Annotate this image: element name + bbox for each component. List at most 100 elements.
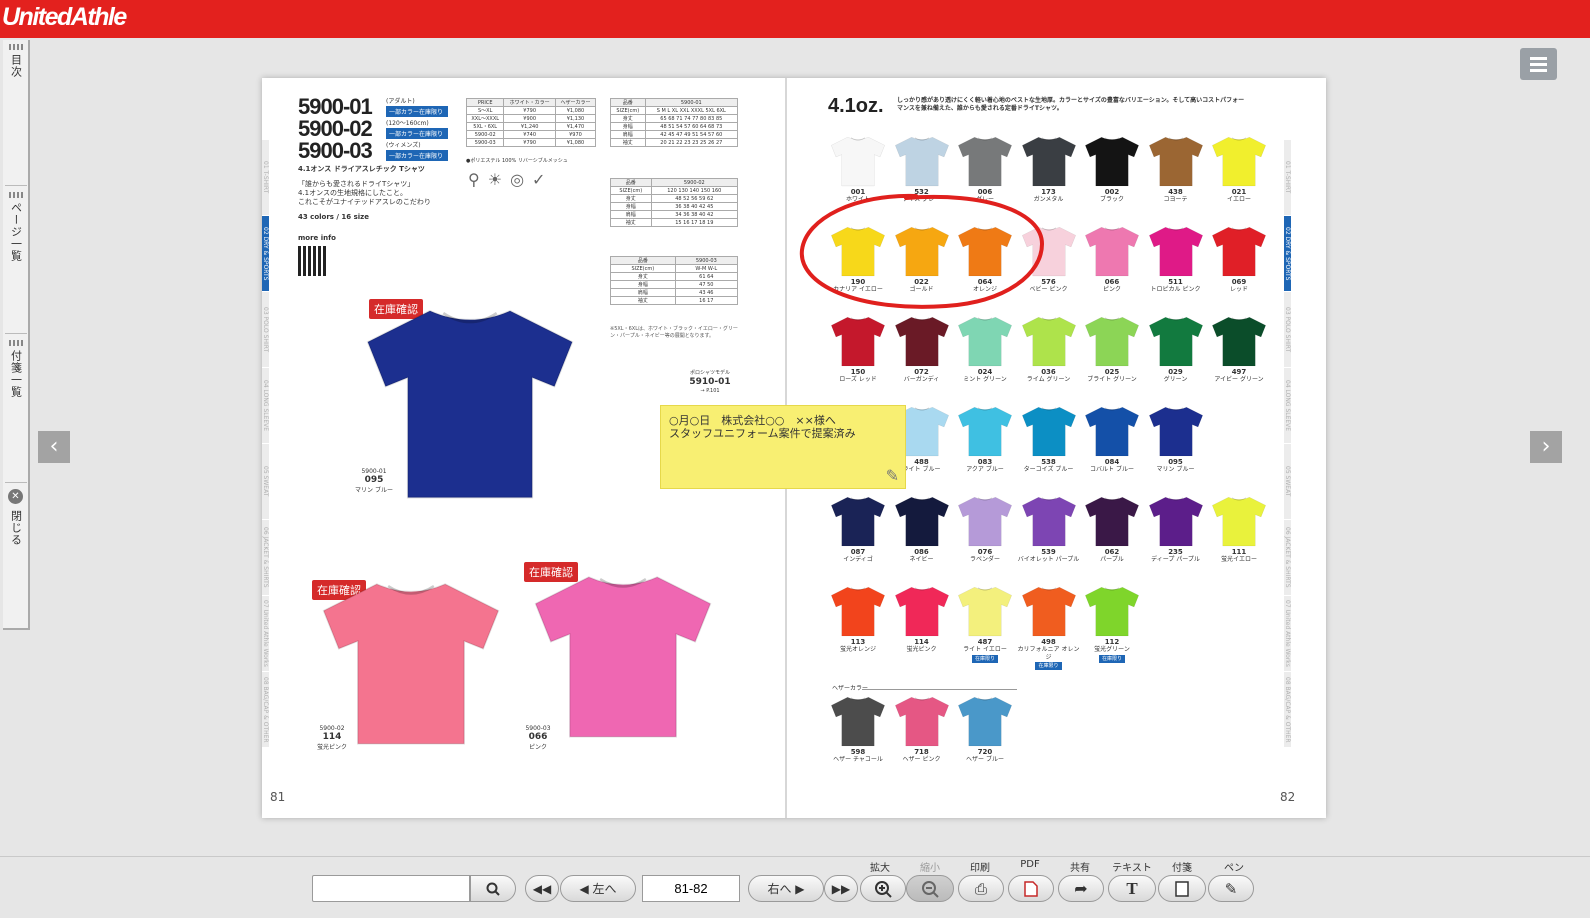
text-button[interactable]: T [1108,875,1156,902]
zoom-out-button[interactable] [906,875,954,902]
color-swatch[interactable]: 511 トロピカル ピンク [1144,224,1208,294]
sidebar-item-contents[interactable]: 目次 [3,42,28,82]
search-button[interactable] [470,875,516,902]
section-tab[interactable]: 05 SWEAT [262,444,269,520]
model-tag: (アダルト) 一部カラー在庫限り [386,96,448,117]
section-tab[interactable]: 07 United Athle Works [262,596,269,672]
color-swatch[interactable]: 025 ブライト グリーン [1080,314,1144,384]
table-row: 5XL・6XL ¥1,240 ¥1,470 [465,122,597,131]
brand-logo[interactable]: UnitedAthle [2,3,127,32]
color-swatch[interactable]: 111 蛍光イエロー [1207,494,1271,564]
table-row: SIZE(cm) 120 130 140 150 160 [610,186,739,195]
section-tab[interactable]: 02 DRY & SPORTS [262,216,269,292]
color-swatch[interactable]: 720 ヘザー ブルー [953,694,1017,764]
page-number-left: 81 [270,790,286,804]
section-tab[interactable]: 01 T-SHIRT [1284,140,1291,216]
last-page-button[interactable]: ▶▶ [824,875,858,902]
first-page-button[interactable]: ◀◀ [525,875,559,902]
section-tab[interactable]: 01 T-SHIRT [262,140,269,216]
tee-code: 114 [322,732,342,742]
sidebar-item-note-list[interactable]: 付箋一覧 [3,338,28,402]
color-swatch[interactable]: 539 バイオレット パープル [1017,494,1081,564]
color-swatch[interactable]: 087 インディゴ [826,494,890,564]
swatch-name: ブライト グリーン [1087,376,1137,384]
prev-page-arrow[interactable]: ‹ [38,431,70,463]
table-cell: 5900-03 [674,256,739,265]
color-swatch[interactable]: 029 グリーン [1144,314,1208,384]
close-icon: ✕ [8,489,23,504]
sticky-note[interactable]: ○月○日 株式会社○○ ××様へ スタッフユニフォーム案件で提案済み ✎ [660,405,906,489]
more-info-label: more info [298,234,336,242]
section-tab[interactable]: 04 LONG SLEEVE [262,368,269,444]
tee-code: 066 [528,732,548,742]
color-swatch[interactable]: 487 ライト イエロー 在庫限り [953,584,1017,663]
print-button[interactable]: ⎙ [958,875,1004,902]
color-swatch[interactable]: 113 蛍光オレンジ [826,584,890,654]
related-model[interactable]: ポロシャツモデル 5910-01 → P.101 [680,370,740,395]
color-swatch[interactable]: 086 ネイビー [890,494,954,564]
color-count: 43 colors / 16 size [298,213,369,221]
menu-icon-bar [1530,57,1547,60]
share-button[interactable]: ➦ [1058,875,1104,902]
table-cell: 43 46 [674,288,739,297]
color-swatch[interactable]: 498 カリフォルニア オレンジ 在庫限り [1017,584,1081,670]
section-tab[interactable]: 06 JACKET & SHIRTS [1284,520,1291,596]
color-swatch[interactable]: 084 コバルト ブルー [1080,404,1144,474]
color-swatch[interactable]: 718 ヘザー ピンク [890,694,954,764]
color-swatch[interactable]: 235 ディープ パープル [1144,494,1208,564]
pen-annotation-circle[interactable] [796,188,1050,318]
hamburger-menu-button[interactable] [1520,48,1557,80]
tee-caption: 5900-03 066 ピンク [518,725,558,751]
color-swatch[interactable]: 114 蛍光ピンク [890,584,954,654]
color-swatch[interactable]: 036 ライム グリーン [1017,314,1081,384]
color-swatch[interactable]: 095 マリン ブルー [1144,404,1208,474]
color-swatch[interactable]: 083 アクア ブルー [953,404,1017,474]
qr-code[interactable] [298,246,328,276]
section-tab[interactable]: 03 POLO SHIRT [1284,292,1291,368]
color-swatch[interactable]: 497 アイビー グリーン [1207,314,1271,384]
table-row: 品番 5900-03 [610,256,739,265]
swatch-name: ライム グリーン [1026,376,1071,384]
sidebar-item-page-list[interactable]: ページ一覧 [3,190,28,266]
color-swatch[interactable]: 066 ピンク [1080,224,1144,294]
search-input[interactable] [312,875,470,902]
color-swatch[interactable]: 021 イエロー [1207,134,1271,204]
sidebar-item-close[interactable]: ✕ 閉じる [3,489,28,550]
next-page-arrow[interactable]: › [1530,431,1562,463]
sticky-note-button[interactable] [1158,875,1206,902]
color-swatch[interactable]: 112 蛍光グリーン 在庫限り [1080,584,1144,663]
section-tab[interactable]: 08 BAG/CAP & OTHER [262,672,269,748]
prev-page-button[interactable]: ◀ 左へ [560,875,636,902]
section-tab[interactable]: 03 POLO SHIRT [262,292,269,368]
pdf-button[interactable] [1008,875,1054,902]
next-page-button[interactable]: 右へ ▶ [748,875,824,902]
swatch-name: ヘザー ブルー [966,756,1004,764]
section-tab[interactable]: 04 LONG SLEEVE [1284,368,1291,444]
color-swatch[interactable]: 076 ラベンダー [953,494,1017,564]
table-cell: 袖丈 [610,296,676,305]
color-swatch[interactable]: 438 コヨーテ [1144,134,1208,204]
section-tab[interactable]: 08 BAG/CAP & OTHER [1284,672,1291,748]
section-tab[interactable]: 05 SWEAT [1284,444,1291,520]
section-tab[interactable]: 07 United Athle Works [1284,596,1291,672]
page-number-input[interactable] [642,875,740,902]
color-swatch[interactable]: 069 レッド [1207,224,1271,294]
zoom-in-button[interactable] [860,875,906,902]
side-nav: 目次 ページ一覧 付箋一覧 ✕ 閉じる [3,40,30,630]
color-swatch[interactable]: 002 ブラック [1080,134,1144,204]
color-swatch[interactable]: 024 ミント グリーン [953,314,1017,384]
table-cell: ¥790 [503,106,556,115]
tee-color-name: マリン ブルー [355,487,393,494]
pencil-icon[interactable]: ✎ [886,468,899,484]
color-swatch[interactable]: 598 ヘザー チャコール [826,694,890,764]
section-tab[interactable]: 02 DRY & SPORTS [1284,216,1291,292]
color-swatch[interactable]: 072 バーガンディ [890,314,954,384]
right-section-tabs: 01 T-SHIRT 02 DRY & SPORTS 03 POLO SHIRT 04… [1284,140,1306,748]
color-swatch[interactable]: 150 ローズ レッド [826,314,890,384]
color-swatch[interactable]: 062 パープル [1080,494,1144,564]
pen-button[interactable]: ✎ [1208,875,1254,902]
swatch-code: 487 [977,638,993,646]
grip-icon [8,340,23,346]
color-swatch[interactable]: 538 ターコイズ ブルー [1017,404,1081,474]
section-tab[interactable]: 06 JACKET & SHIRTS [262,520,269,596]
